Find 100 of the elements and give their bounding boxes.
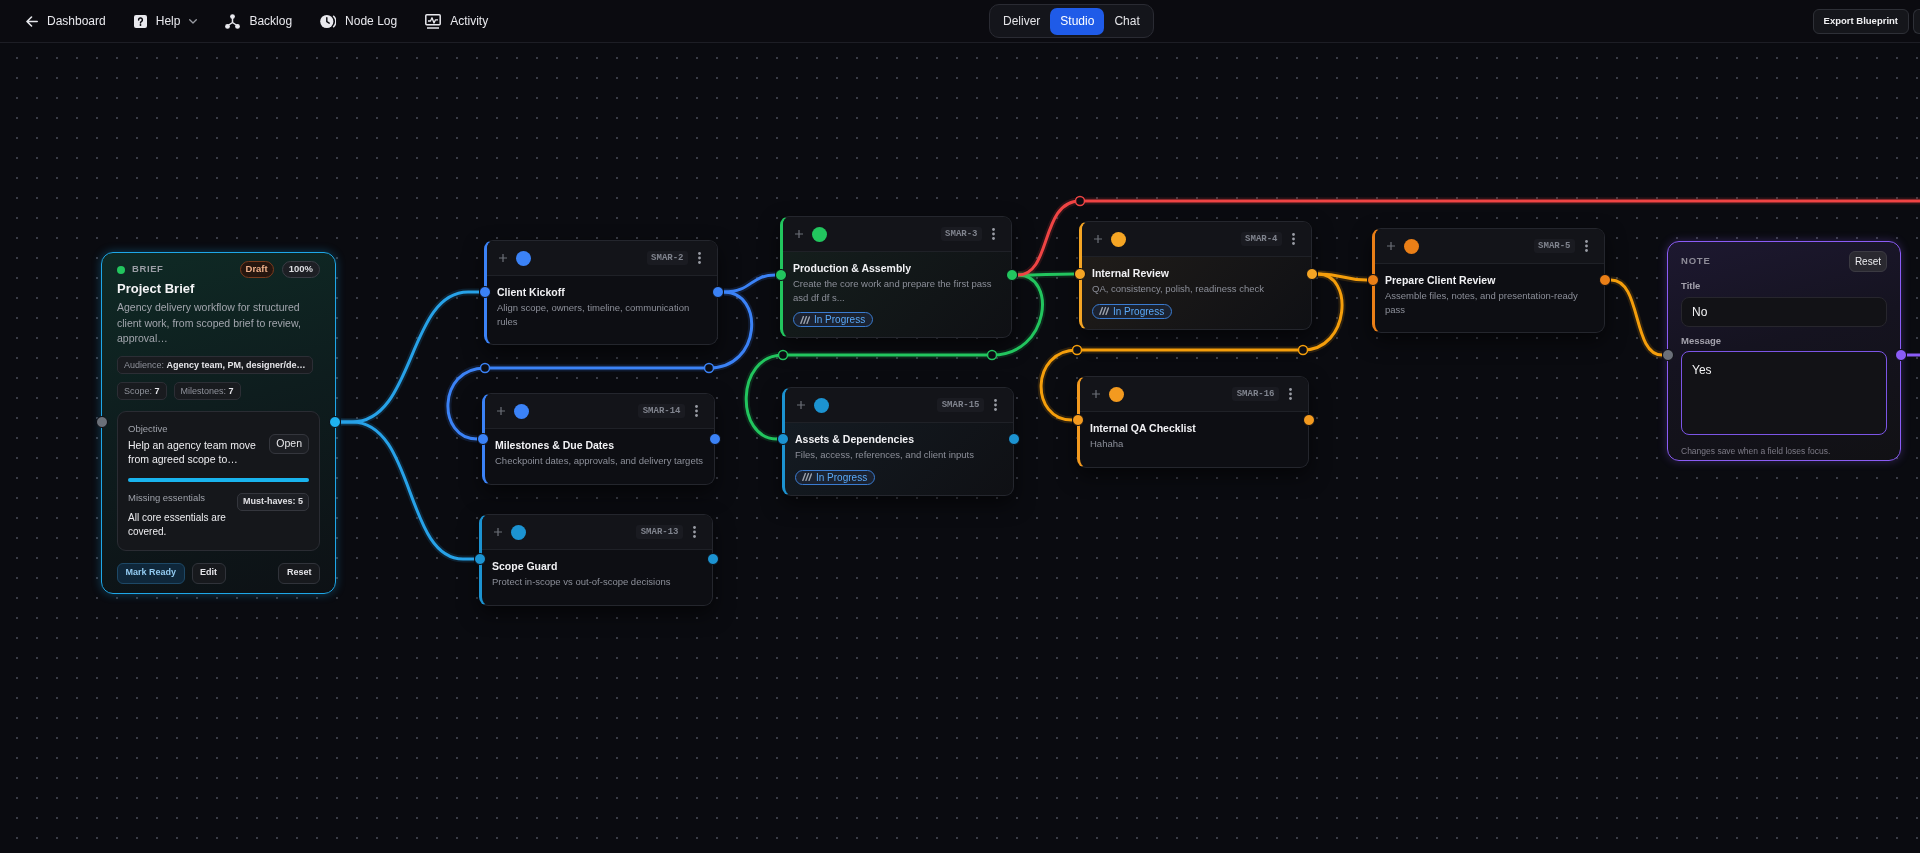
more-icon[interactable] [1292,233,1295,245]
title-input[interactable]: No [1681,297,1887,327]
count-tag: Scope: 7 [117,381,167,400]
connection-handle[interactable] [474,553,486,565]
mode-tab[interactable]: Studio [1050,7,1105,35]
task-node[interactable]: SMAR-16 Internal QA Checklist Hahaha [1077,376,1309,468]
mode-tab[interactable]: Chat [1104,7,1150,35]
task-node[interactable]: SMAR-5 Prepare Client Review Assemble files, notes, and presentation-ready pass [1372,228,1605,333]
audience-tag: Audience: Agency team, PM, designer/de… [117,355,313,374]
nav-link[interactable]: Activity [425,8,489,34]
task-id-tag: SMAR-5 [1533,239,1575,253]
mark-ready-button[interactable]: Mark Ready [117,562,185,584]
task-node[interactable]: SMAR-2 Client Kickoff Align scope, owners, timeline, communication rules [484,240,718,345]
section-label: Objective [128,422,169,435]
node-title: Production & Assembly [793,261,913,276]
node-description: QA, consistency, polish, readiness check [1092,282,1265,296]
status-label: In Progress [816,470,868,485]
message-input[interactable]: Yes [1681,351,1887,435]
plus-icon[interactable] [797,401,805,409]
task-id-tag: SMAR-14 [638,404,685,418]
chevron-down-icon [189,18,198,24]
node-description: Files, access, references, and client inputs [795,448,975,462]
node-description: Hahaha [1090,437,1125,451]
connection-handle[interactable] [1074,268,1086,280]
network-icon [225,13,241,29]
nav-link[interactable]: Help [133,8,198,34]
plus-icon[interactable] [1092,390,1100,398]
completion-badge: 100% [281,261,320,278]
node-title: Milestones & Due Dates [495,438,616,453]
node-description: Assemble files, notes, and presentation-ready pass [1385,289,1579,316]
more-icon[interactable] [992,228,995,240]
status-badge: Draft [239,261,274,278]
connection-handle[interactable] [477,433,489,445]
field-label: Message [1681,335,1723,347]
node-title: Client Kickoff [497,285,566,300]
connection-handle[interactable] [1367,274,1379,286]
connection-handle[interactable] [479,286,491,298]
brief-card[interactable] [101,252,336,594]
plus-icon[interactable] [1094,235,1102,243]
nav-link[interactable]: Backlog [225,8,293,34]
plus-icon[interactable] [499,254,507,262]
objective-text: Help an agency team move from agreed scope to… [128,437,257,467]
note-card[interactable]: NOTE Reset Title No Message Yes Changes save when a field loses focus. [1667,241,1901,461]
arrow-left-icon [26,15,38,27]
task-node[interactable]: SMAR-14 Milestones & Due Dates Checkpoint dates, approvals, and delivery targets [482,393,715,485]
task-node[interactable]: SMAR-13 Scope Guard Protect in-scope vs out-of-scope decisions [479,514,713,606]
node-description: Align scope, owners, timeline, communication rules [497,301,691,328]
plus-icon[interactable] [795,230,803,238]
connection-handle[interactable] [775,269,787,281]
open-button[interactable]: Open [269,433,309,454]
node-title: Scope Guard [492,559,559,574]
connection-handle[interactable] [96,416,108,428]
node-description: Checkpoint dates, approvals, and delivery targets [495,454,705,468]
export-button[interactable]: Export Blueprint [1812,8,1909,34]
plus-icon[interactable] [1387,242,1395,250]
edit-button[interactable]: Edit [191,562,226,584]
node-type-label: NOTE [1681,254,1711,269]
reset-button[interactable]: Reset [278,562,320,584]
task-id-tag: SMAR-13 [636,525,683,539]
reset-button[interactable]: Reset [1848,251,1887,272]
connection-handle[interactable] [777,433,789,445]
brief-title: Project Brief [117,280,196,297]
more-icon[interactable] [994,399,997,411]
task-node[interactable]: SMAR-15 Assets & Dependencies Files, access, references, and client inputs In Progress [782,387,1014,496]
node-title: Prepare Client Review [1385,273,1497,288]
field-label: Title [1681,280,1702,292]
nav-link[interactable]: Dashboard [26,8,106,34]
task-id-tag: SMAR-15 [937,398,984,412]
stripes-icon [1099,307,1109,315]
must-haves-tag: Must-haves: 5 [236,492,309,511]
stripes-icon [800,315,810,324]
plus-icon[interactable] [497,407,505,415]
task-id-tag: SMAR-16 [1232,387,1279,401]
task-id-tag: SMAR-4 [1240,232,1282,246]
plus-icon[interactable] [494,528,502,536]
more-icon[interactable] [1289,388,1292,400]
task-id-tag: SMAR-3 [940,227,982,241]
more-icon[interactable] [1585,240,1588,252]
count-tag: Milestones: 7 [173,381,241,400]
more-icon[interactable] [695,405,698,417]
node-description: Protect in-scope vs out-of-scope decisions [492,575,672,589]
node-title: Internal QA Checklist [1090,421,1197,436]
more-icon[interactable] [698,252,701,264]
node-description: Create the core work and prepare the first pass asd df df s... [793,277,993,304]
help-icon [133,14,147,28]
task-node[interactable]: SMAR-3 Production & Assembly Create the core work and prepare the first pass asd df df s... In Progress [780,216,1012,338]
connection-handle[interactable] [1072,414,1084,426]
connection-handle[interactable] [1662,349,1674,361]
status-dot-icon [117,265,125,274]
monitor-pulse-icon [425,13,442,29]
status-label: In Progress [814,313,866,327]
task-id-tag: SMAR-2 [646,251,688,265]
task-node[interactable]: SMAR-4 Internal Review QA, consistency, polish, readiness check In Progress [1079,221,1312,330]
nav-link[interactable]: Node Log [320,8,398,34]
section-label: Missing essentials [128,491,207,504]
more-icon[interactable] [693,526,696,538]
mode-tab[interactable]: Deliver [993,7,1051,35]
node-title: Assets & Dependencies [795,432,916,447]
clock-icon [320,13,337,29]
stripes-icon [802,473,812,481]
